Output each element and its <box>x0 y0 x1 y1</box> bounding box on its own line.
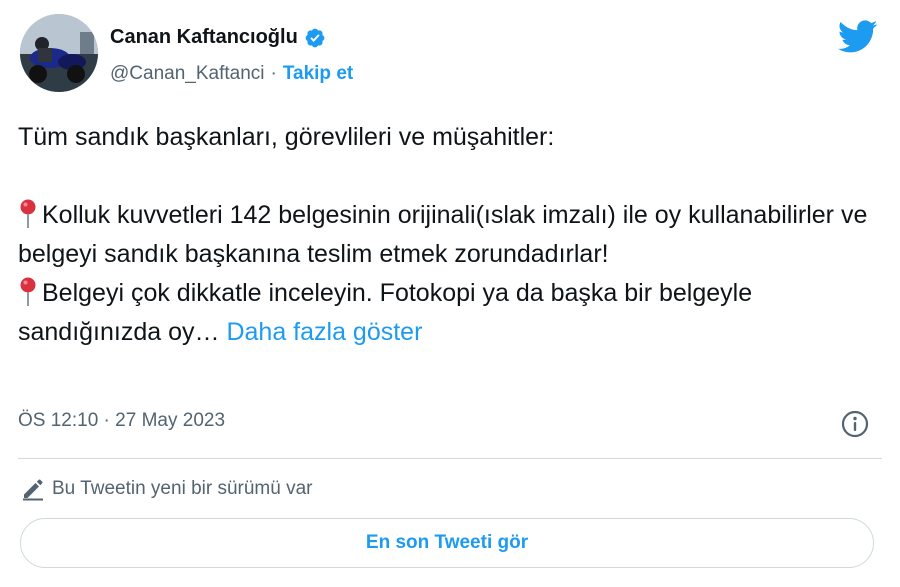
twitter-bird-icon[interactable] <box>837 20 878 54</box>
verified-badge-icon <box>304 27 326 49</box>
edit-notice-text: Bu Tweetin yeni bir sürümü var <box>52 478 313 499</box>
avatar-image <box>20 14 98 92</box>
tweet-header: Canan Kaftancıoğlu @Canan_Kaftanci · Tak… <box>18 14 882 96</box>
author-handle[interactable]: @Canan_Kaftanci <box>110 63 265 85</box>
tweet-paragraph-1: Kolluk kuvvetleri 142 belgesinin orijina… <box>18 196 888 274</box>
tweet-paragraph-1-text: Kolluk kuvvetleri 142 belgesinin orijina… <box>18 201 868 268</box>
tweet-line-intro: Tüm sandık başkanları, görevlileri ve mü… <box>18 123 555 151</box>
show-more-link[interactable]: Daha fazla göster <box>226 318 422 346</box>
pencil-icon <box>20 477 46 501</box>
avatar[interactable] <box>20 14 98 92</box>
separator-dot: · <box>270 63 277 84</box>
tweet-paragraph-2: Belgeyi çok dikkatle inceleyin. Fotokopi… <box>18 274 888 352</box>
info-icon[interactable] <box>840 409 870 439</box>
see-latest-tweet-button[interactable]: En son Tweeti gör <box>20 518 874 568</box>
edit-notice: Bu Tweetin yeni bir sürümü var <box>20 477 313 501</box>
tweet-text: Tüm sandık başkanları, görevlileri ve mü… <box>18 118 888 352</box>
tweet-timestamp[interactable]: ÖS 12:10 · 27 May 2023 <box>18 410 225 432</box>
round-pushpin-icon <box>18 199 38 229</box>
follow-button[interactable]: Takip et <box>283 63 353 85</box>
round-pushpin-icon <box>18 277 38 307</box>
author-display-name[interactable]: Canan Kaftancıoğlu <box>110 26 298 49</box>
divider <box>18 458 882 459</box>
